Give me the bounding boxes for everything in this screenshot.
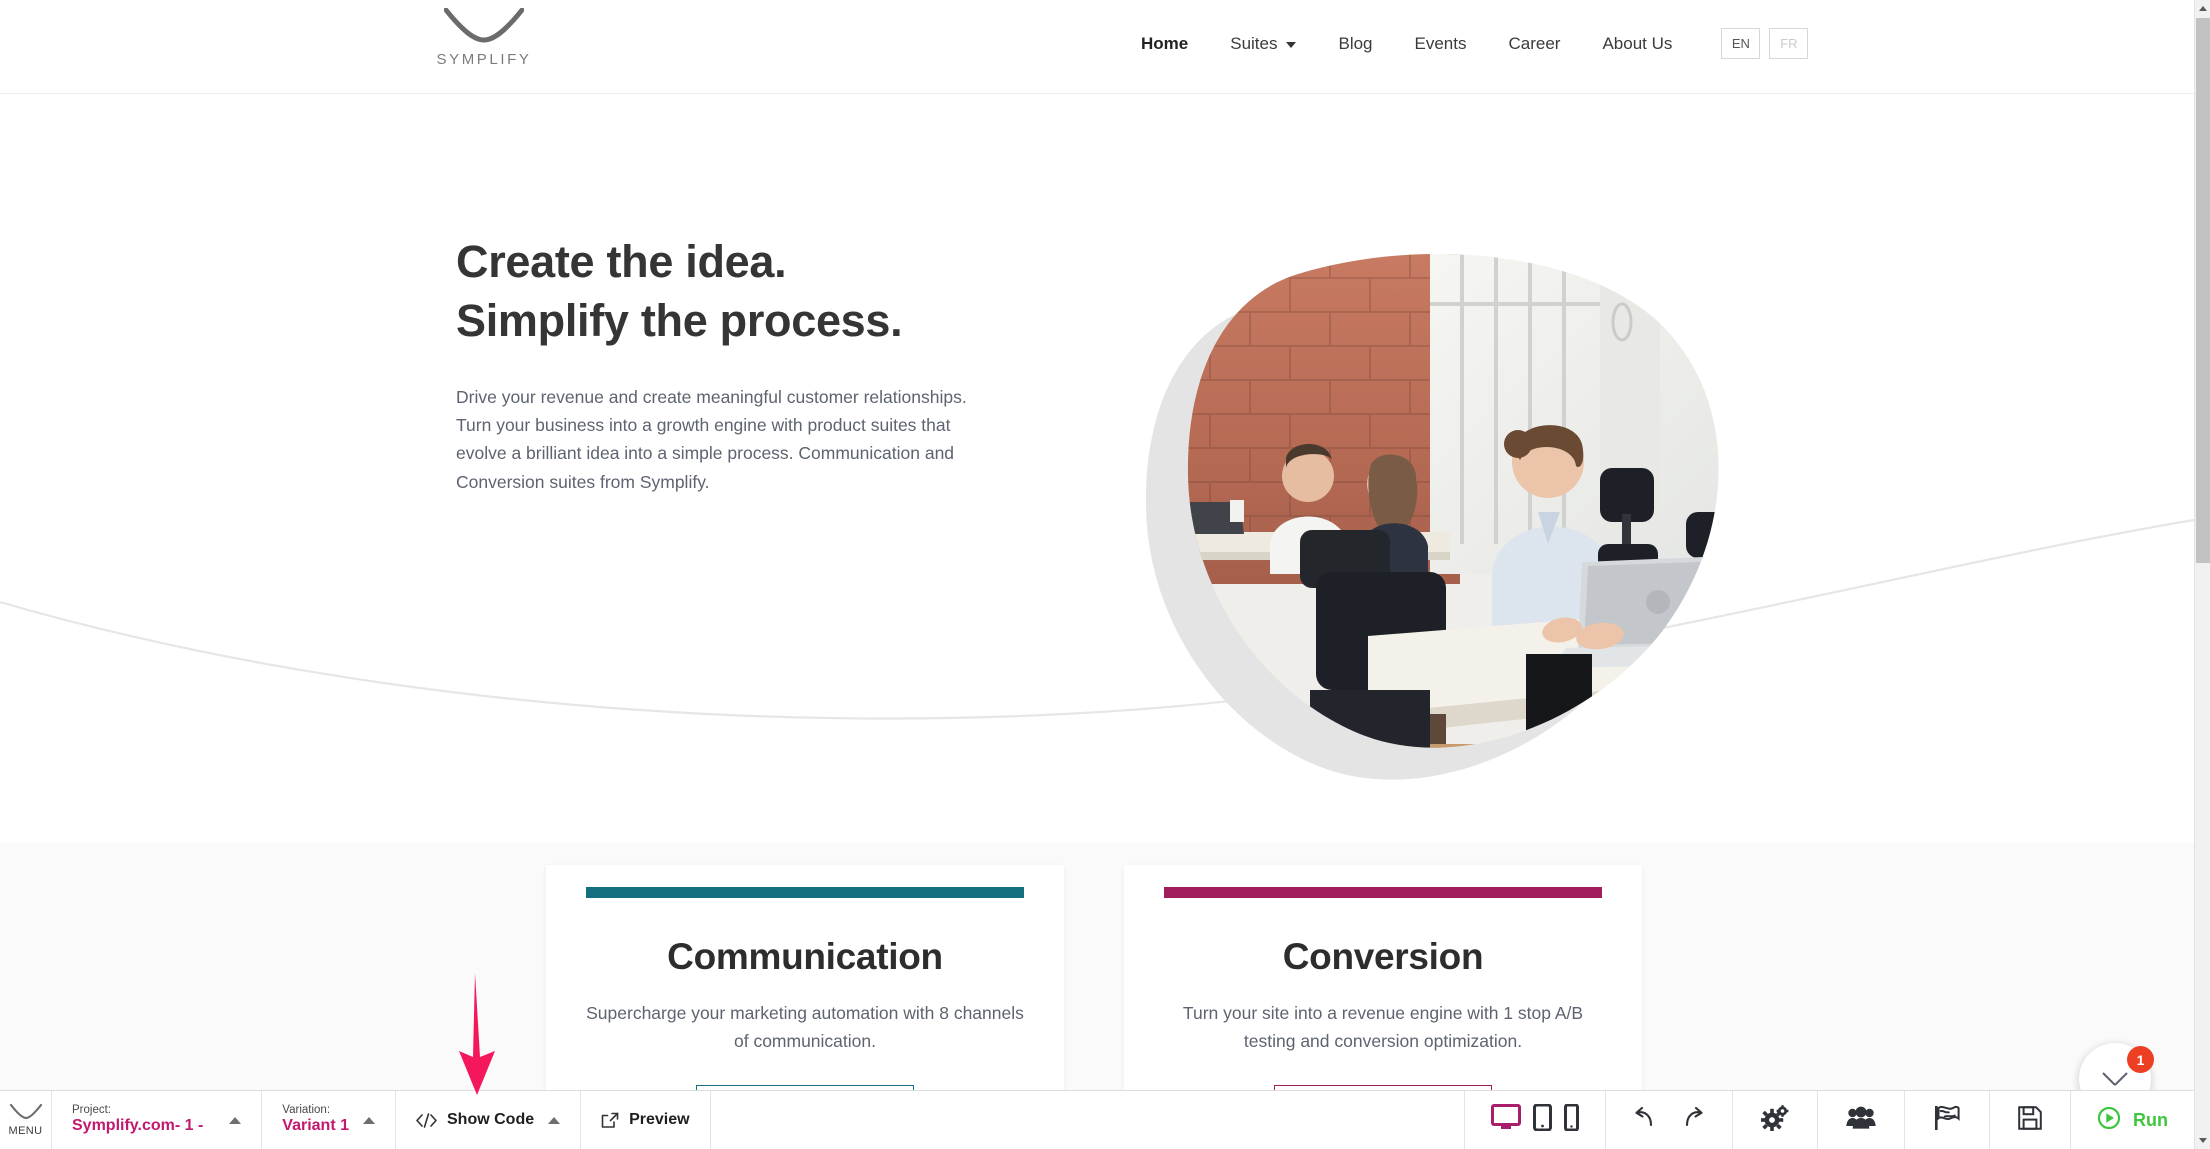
hero-image-blob bbox=[1130, 244, 1770, 804]
chevron-up-icon[interactable] bbox=[363, 1116, 375, 1124]
site-logo[interactable]: SYMPLIFY bbox=[429, 7, 539, 68]
desktop-icon[interactable] bbox=[1491, 1104, 1521, 1136]
save-button[interactable] bbox=[1990, 1091, 2071, 1149]
scrollbar-thumb[interactable] bbox=[2196, 18, 2210, 563]
hero-title: Create the idea. Simplify the process. bbox=[456, 232, 1016, 351]
settings-gears-icon bbox=[1760, 1104, 1789, 1136]
nav-item-career[interactable]: Career bbox=[1488, 34, 1582, 54]
office-photo bbox=[1187, 254, 1719, 748]
suite-card-title: Communication bbox=[667, 936, 943, 977]
nav-item-about-us[interactable]: About Us bbox=[1581, 34, 1693, 54]
editor-toolbar: MENU Project: Symplify.com- 1 - Variatio… bbox=[0, 1090, 2194, 1149]
suite-cards: Communication Supercharge your marketing… bbox=[546, 865, 1642, 1090]
page-scrollbar[interactable] bbox=[2194, 0, 2210, 1149]
external-link-icon bbox=[601, 1112, 619, 1129]
nav-item-home[interactable]: Home bbox=[1120, 34, 1209, 54]
logo-wordmark: SYMPLIFY bbox=[436, 51, 532, 68]
run-button[interactable]: Run bbox=[2071, 1091, 2194, 1149]
language-button-en[interactable]: EN bbox=[1721, 28, 1761, 59]
suite-card-title: Conversion bbox=[1282, 936, 1484, 977]
project-selector[interactable]: Project: Symplify.com- 1 - bbox=[52, 1091, 263, 1149]
chevron-up-icon[interactable] bbox=[229, 1116, 242, 1124]
scroll-up-arrow-icon[interactable] bbox=[2195, 0, 2210, 17]
redo-icon[interactable] bbox=[1682, 1106, 1706, 1134]
project-value: Symplify.com- 1 - bbox=[72, 1117, 204, 1135]
variation-label: Variation: bbox=[282, 1103, 331, 1116]
run-label: Run bbox=[2133, 1109, 2168, 1130]
suite-card-conversion: Conversion Turn your site into a revenue… bbox=[1124, 865, 1642, 1090]
project-label: Project: bbox=[72, 1103, 111, 1116]
hero-paragraph: Drive your revenue and create meaningful… bbox=[456, 386, 967, 492]
nav-item-events[interactable]: Events bbox=[1394, 34, 1488, 54]
hero-section: Create the idea. Simplify the process. D… bbox=[0, 94, 2194, 843]
site-header: SYMPLIFY Home Suites Blog Events Career … bbox=[0, 0, 2194, 94]
tablet-icon[interactable] bbox=[1533, 1103, 1552, 1136]
card-accent-rule-top bbox=[586, 887, 1024, 898]
menu-button[interactable]: MENU bbox=[0, 1091, 52, 1149]
v-checkmark-logo-icon bbox=[429, 7, 539, 50]
undo-icon[interactable] bbox=[1632, 1106, 1656, 1134]
nav-item-suites[interactable]: Suites bbox=[1209, 34, 1317, 54]
scroll-down-arrow-icon[interactable] bbox=[2195, 1132, 2210, 1149]
code-brackets-icon bbox=[416, 1112, 437, 1128]
suites-section: Communication Supercharge your marketing… bbox=[0, 843, 2194, 1090]
card-accent-rule-top bbox=[1164, 887, 1602, 898]
nav-item-blog[interactable]: Blog bbox=[1317, 34, 1393, 54]
hero-copy: Create the idea. Simplify the process. D… bbox=[456, 232, 1016, 496]
decorative-swoosh-line bbox=[0, 518, 2194, 720]
suite-card-description: Turn your site into a revenue engine wit… bbox=[1182, 1003, 1584, 1051]
save-floppy-icon bbox=[2018, 1105, 2042, 1135]
settings-button[interactable] bbox=[1733, 1091, 1818, 1149]
goals-flag-icon bbox=[1933, 1105, 1961, 1136]
preview-button[interactable]: Preview bbox=[581, 1091, 711, 1149]
chevron-up-icon[interactable] bbox=[548, 1116, 561, 1124]
variation-selector[interactable]: Variation: Variant 1 bbox=[262, 1091, 396, 1149]
site-navigation: Home Suites Blog Events Career About Us … bbox=[1120, 28, 1809, 59]
play-circle-icon bbox=[2097, 1106, 2121, 1135]
mobile-icon[interactable] bbox=[1564, 1103, 1579, 1136]
nav-item-suites-label: Suites bbox=[1230, 33, 1278, 53]
language-button-fr[interactable]: FR bbox=[1769, 28, 1809, 59]
hero-title-line-1: Create the idea. bbox=[456, 236, 787, 287]
suite-card-description: Supercharge your marketing automation wi… bbox=[586, 1003, 1024, 1051]
menu-label: MENU bbox=[8, 1124, 43, 1137]
history-group bbox=[1606, 1091, 1733, 1149]
suite-card-communication: Communication Supercharge your marketing… bbox=[546, 865, 1064, 1090]
notification-badge[interactable]: 1 bbox=[2127, 1046, 2154, 1073]
audience-button[interactable] bbox=[1818, 1091, 1905, 1149]
preview-label: Preview bbox=[629, 1111, 690, 1128]
page-viewport: SYMPLIFY Home Suites Blog Events Career … bbox=[0, 0, 2194, 1090]
language-switcher: EN FR bbox=[1721, 28, 1809, 59]
hero-title-line-2: Simplify the process. bbox=[456, 295, 903, 347]
device-preview-group bbox=[1465, 1091, 1606, 1149]
toolbar-spacer bbox=[711, 1091, 1465, 1149]
audience-people-icon bbox=[1846, 1106, 1876, 1135]
chevron-down-icon bbox=[1286, 41, 1297, 48]
show-code-button[interactable]: Show Code bbox=[396, 1091, 582, 1149]
show-code-label: Show Code bbox=[447, 1111, 535, 1128]
variation-value: Variant 1 bbox=[282, 1117, 349, 1135]
goals-button[interactable] bbox=[1905, 1091, 1990, 1149]
v-chevron-logo-icon bbox=[9, 1103, 43, 1124]
